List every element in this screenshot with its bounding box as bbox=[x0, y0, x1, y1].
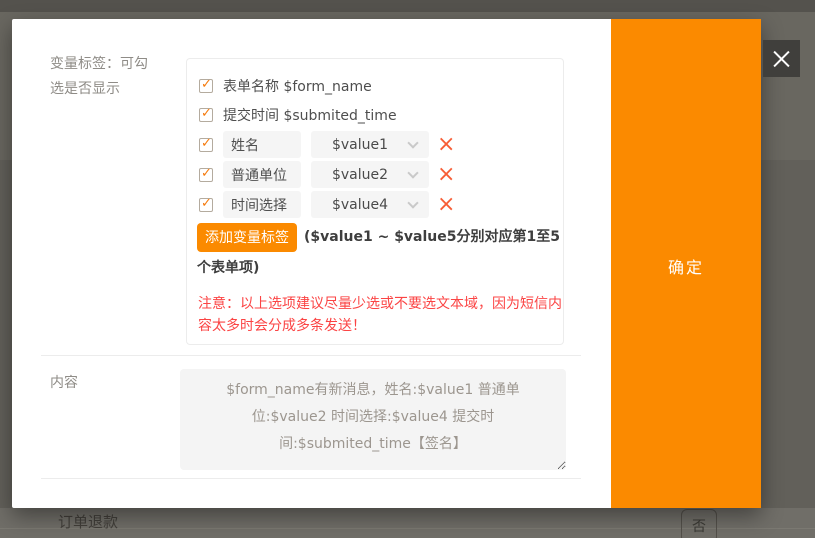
sms-variable-dialog: 变量标签：可勾选是否显示 表单名称 $form_name 提交时间 $submi… bbox=[12, 19, 761, 508]
selected-value: $value2 bbox=[311, 167, 409, 183]
close-button[interactable] bbox=[763, 40, 800, 77]
value-select[interactable]: $value4 bbox=[311, 191, 429, 218]
add-variable-line: 添加变量标签($value1 ~ $value5分别对应第1至5个表单项) bbox=[197, 222, 567, 284]
checkbox-checked[interactable] bbox=[199, 79, 213, 93]
checkbox-checked[interactable] bbox=[199, 168, 213, 182]
confirm-button-label: 确定 bbox=[611, 254, 761, 278]
variable-row-label: 表单名称 $form_name bbox=[223, 76, 372, 96]
field-row-time: 时间选择 $value4 bbox=[199, 191, 455, 218]
value-select[interactable]: $value2 bbox=[311, 161, 429, 188]
variable-row-submit-time: 提交时间 $submited_time bbox=[199, 104, 397, 126]
selected-value: $value1 bbox=[311, 137, 409, 153]
delete-icon[interactable] bbox=[437, 161, 455, 189]
field-name-box: 普通单位 bbox=[223, 161, 301, 188]
variable-section-label: 变量标签：可勾选是否显示 bbox=[50, 52, 154, 102]
add-variable-button[interactable]: 添加变量标签 bbox=[197, 223, 297, 252]
field-row-unit: 普通单位 $value2 bbox=[199, 161, 455, 188]
content-section-label: 内容 bbox=[50, 372, 78, 392]
delete-icon[interactable] bbox=[437, 191, 455, 219]
variable-row-form-name: 表单名称 $form_name bbox=[199, 75, 372, 97]
chevron-down-icon bbox=[407, 167, 418, 178]
field-name-box: 姓名 bbox=[223, 131, 301, 158]
background-row-label: 订单退款 bbox=[58, 511, 118, 532]
selected-value: $value4 bbox=[311, 197, 409, 213]
checkbox-checked[interactable] bbox=[199, 138, 213, 152]
value-select[interactable]: $value1 bbox=[311, 131, 429, 158]
variable-box: 表单名称 $form_name 提交时间 $submited_time 姓名 $… bbox=[186, 58, 564, 345]
checkbox-checked[interactable] bbox=[199, 198, 213, 212]
variable-row-label: 提交时间 $submited_time bbox=[223, 105, 397, 125]
field-name-box: 时间选择 bbox=[223, 191, 301, 218]
page-top-band bbox=[0, 0, 815, 12]
section-divider bbox=[41, 355, 581, 356]
delete-icon[interactable] bbox=[437, 131, 455, 159]
chevron-down-icon bbox=[407, 197, 418, 208]
field-row-name: 姓名 $value1 bbox=[199, 131, 455, 158]
sms-warning-text: 注意：以上选项建议尽量少选或不要选文本域，因为短信内容太多时会分成多条发送！ bbox=[198, 293, 564, 337]
checkbox-checked[interactable] bbox=[199, 108, 213, 122]
confirm-panel[interactable]: 确定 bbox=[611, 19, 761, 508]
sms-content-textarea[interactable]: $form_name有新消息，姓名:$value1 普通单位:$value2 时… bbox=[180, 369, 566, 470]
chevron-down-icon bbox=[407, 137, 418, 148]
section-divider bbox=[41, 478, 581, 479]
background-no-button[interactable]: 否 bbox=[681, 509, 717, 538]
